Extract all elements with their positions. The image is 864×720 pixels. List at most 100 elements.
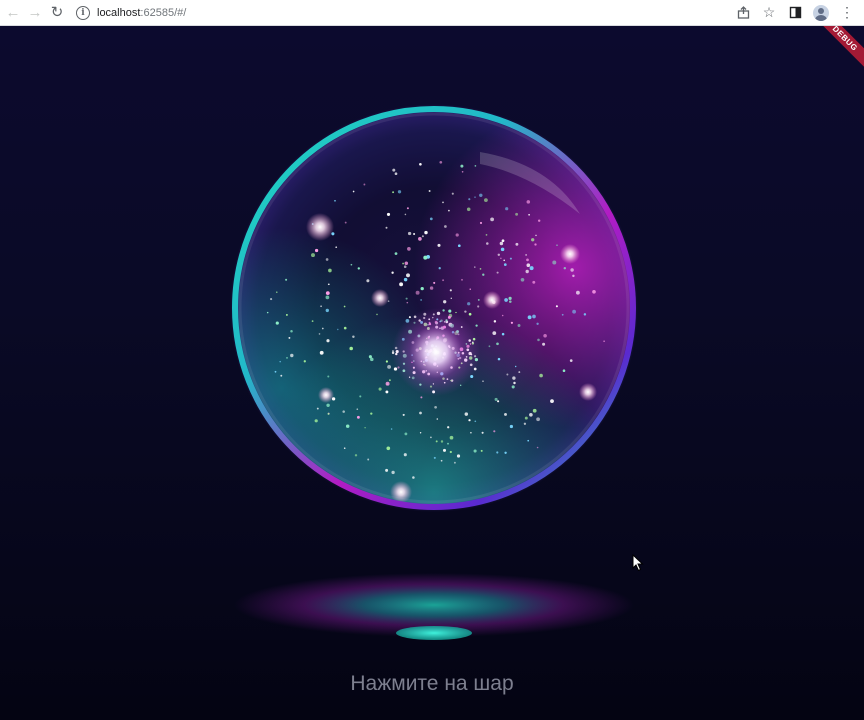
star-dust-particle	[482, 273, 485, 276]
info-icon[interactable]: i	[76, 5, 90, 20]
star-dust-particle	[556, 244, 558, 246]
star-dust-particle	[500, 257, 502, 260]
star-dust-particle	[569, 359, 573, 362]
star-dust-particle	[482, 380, 484, 383]
star-dust-particle	[404, 432, 408, 436]
star-dust-particle	[316, 407, 319, 410]
bookmark-button[interactable]: ☆	[758, 2, 780, 24]
star-dust-particle	[275, 321, 279, 325]
star-dust-particle	[419, 162, 422, 166]
star-dust-particle	[444, 225, 447, 228]
star-dust-particle	[496, 342, 499, 346]
star-dust-particle	[555, 305, 558, 308]
star-dust-particle	[276, 291, 278, 293]
star-dust-particle	[430, 436, 432, 439]
star-dust-particle	[285, 278, 288, 281]
star-dust-particle	[406, 301, 409, 304]
star-dust-particle	[385, 381, 390, 386]
star-dust-particle	[328, 268, 332, 273]
profile-button[interactable]	[810, 2, 832, 24]
star-dust-particle	[479, 193, 483, 198]
star-dust-particle	[385, 360, 389, 363]
star-dust-particle	[494, 397, 498, 401]
side-panel-icon	[789, 6, 801, 19]
star-dust-particle	[386, 212, 391, 216]
star-dust-particle	[550, 399, 554, 403]
star-dust-particle	[280, 374, 283, 377]
star-dust-particle	[288, 336, 291, 339]
star-dust-particle	[475, 324, 478, 327]
star-dust-particle	[464, 310, 467, 313]
tap-orb-prompt: Нажмите на шар	[350, 672, 514, 695]
forward-button[interactable]: →	[24, 2, 46, 24]
browser-toolbar: ← → ↻ i localhost:62585/#/ ☆ ⋮	[0, 0, 864, 26]
star-dust-particle	[561, 313, 564, 316]
star-dust-particle	[461, 278, 463, 281]
glowing-star	[579, 383, 597, 401]
star-dust-particle	[451, 192, 454, 195]
star-dust-particle	[440, 459, 443, 462]
star-dust-particle	[370, 412, 373, 415]
star-dust-particle	[470, 431, 472, 434]
star-dust-particle	[479, 221, 483, 225]
star-dust-particle	[366, 279, 370, 283]
star-dust-particle	[526, 258, 529, 262]
star-dust-particle	[356, 415, 360, 419]
star-dust-particle	[438, 267, 441, 270]
star-dust-particle	[499, 241, 504, 246]
share-button[interactable]	[732, 2, 754, 24]
glowing-star	[306, 213, 334, 241]
menu-button[interactable]: ⋮	[836, 2, 858, 24]
star-dust-particle	[520, 277, 525, 282]
star-dust-particle	[536, 322, 539, 325]
star-dust-particle	[385, 390, 389, 394]
reload-button[interactable]: ↻	[46, 2, 68, 24]
address-bar[interactable]: i localhost:62585/#/	[76, 2, 728, 24]
star-dust-particle	[428, 190, 431, 192]
star-dust-particle	[474, 266, 476, 268]
star-dust-particle	[421, 235, 424, 238]
star-dust-particle	[575, 290, 580, 295]
star-dust-particle	[352, 335, 355, 339]
star-dust-particle	[442, 279, 445, 282]
star-dust-particle	[460, 164, 464, 168]
star-dust-particle	[367, 458, 370, 461]
star-dust-particle	[528, 213, 530, 216]
star-dust-particle	[525, 269, 529, 274]
star-dust-particle	[392, 168, 396, 172]
star-dust-particle	[359, 395, 362, 398]
star-dust-particle	[420, 286, 424, 291]
arrow-right-icon: →	[27, 4, 43, 21]
star-dust-particle	[303, 360, 306, 363]
star-dust-particle	[279, 360, 281, 363]
star-dust-particle	[481, 431, 484, 434]
star-dust-particle	[504, 451, 507, 454]
star-dust-particle	[514, 365, 517, 368]
star-dust-particle	[592, 289, 596, 294]
star-dust-particle	[385, 468, 389, 472]
star-dust-particle	[543, 334, 547, 338]
star-dust-particle	[527, 315, 532, 320]
share-icon	[737, 6, 749, 19]
star-dust-particle	[513, 381, 516, 385]
star-dust-particle	[572, 309, 576, 314]
star-dust-particle	[532, 280, 536, 284]
side-panel-button[interactable]	[784, 2, 806, 24]
star-dust-particle	[488, 345, 491, 348]
star-dust-particle	[529, 412, 533, 417]
star-dust-particle	[490, 217, 494, 222]
star-dust-particle	[526, 263, 531, 267]
star-dust-particle	[493, 320, 497, 323]
star-dust-particle	[318, 333, 321, 335]
star-dust-particle	[510, 321, 514, 324]
star-dust-particle	[473, 449, 477, 453]
star-dust-particle	[448, 209, 450, 212]
crystal-ball-icon[interactable]	[230, 104, 638, 512]
star-dust-particle	[509, 257, 512, 260]
star-dust-particle	[350, 263, 353, 266]
back-button[interactable]: ←	[2, 2, 24, 24]
star-dust-particle	[433, 281, 436, 284]
star-dust-particle	[536, 446, 539, 449]
star-dust-particle	[457, 244, 461, 248]
star-dust-particle	[479, 268, 482, 270]
